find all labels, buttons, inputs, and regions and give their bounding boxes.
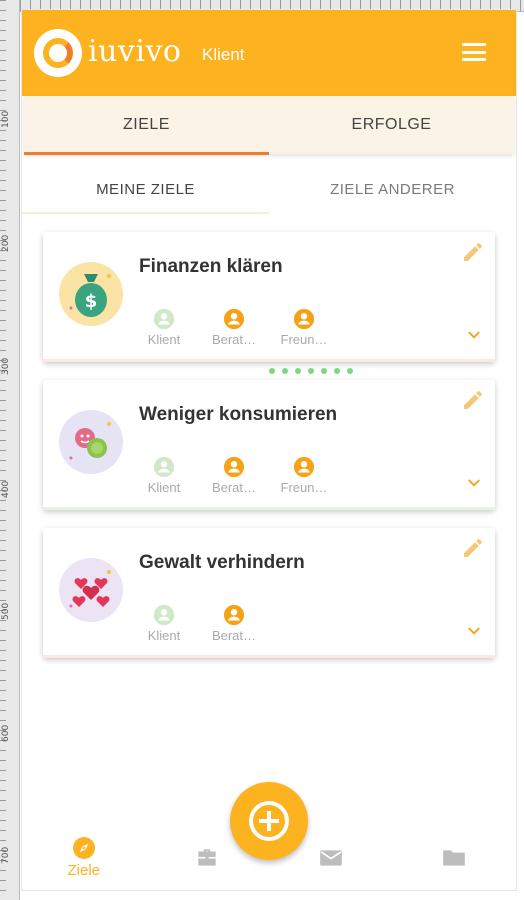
briefcase-icon [198, 848, 216, 866]
participant-berater[interactable]: Berat… [201, 456, 267, 495]
add-circle-icon [249, 801, 289, 841]
mail-icon [319, 849, 342, 866]
tab-label: MEINE ZIELE [96, 180, 195, 198]
tab-label: ZIELE ANDERER [330, 180, 455, 198]
participant-label: Berat… [211, 480, 257, 495]
user-icon [153, 308, 175, 330]
tab-ziele-anderer[interactable]: ZIELE ANDERER [269, 164, 516, 214]
card-divider [43, 655, 495, 658]
participant-label: Klient [147, 628, 181, 643]
hearts-icon [59, 558, 123, 622]
ruler-number: 300 [1, 357, 11, 375]
tab-ziele[interactable]: ZIELE [24, 96, 269, 155]
user-icon [223, 308, 245, 330]
ruler-number: 500 [1, 602, 11, 620]
edit-icon[interactable] [461, 240, 485, 264]
nav-label: Ziele [67, 862, 100, 879]
brand-name: iuvivo [88, 34, 182, 69]
logo-icon [34, 29, 82, 77]
loading-dots [269, 368, 353, 374]
chevron-down-icon[interactable] [465, 326, 483, 344]
main-tabs: ZIELE ERFOLGE [24, 96, 514, 155]
user-icon [293, 456, 315, 478]
ruler-left: 100 200 300 400 500 600 700 [0, 0, 20, 900]
svg-text:$: $ [85, 291, 98, 312]
participant-list: Klient Berat… Freun… [131, 456, 337, 495]
tab-meine-ziele[interactable]: MEINE ZIELE [22, 164, 269, 214]
goal-title: Finanzen klären [139, 256, 283, 277]
coins-icon [59, 410, 123, 474]
participant-label: Berat… [211, 628, 257, 643]
participant-freund[interactable]: Freun… [271, 308, 337, 347]
goal-title: Weniger konsumieren [139, 404, 338, 425]
user-icon [223, 604, 245, 626]
ruler-number: 400 [1, 480, 11, 498]
folder-icon [443, 849, 466, 866]
ruler-number: 700 [1, 846, 11, 864]
compass-icon [72, 837, 95, 859]
participant-klient[interactable]: Klient [131, 456, 197, 495]
chevron-down-icon[interactable] [465, 622, 483, 640]
card-divider [43, 507, 495, 510]
user-icon [153, 604, 175, 626]
tab-erfolge[interactable]: ERFOLGE [269, 96, 514, 154]
participant-label: Freun… [280, 480, 328, 495]
sub-tabs: MEINE ZIELE ZIELE ANDERER [22, 164, 516, 214]
participant-list: Klient Berat… [131, 604, 267, 643]
participant-berater[interactable]: Berat… [201, 604, 267, 643]
goal-card[interactable]: $ Finanzen klären Klient Berat… Freun… [43, 232, 495, 362]
participant-klient[interactable]: Klient [131, 308, 197, 347]
app-header: iuvivo Klient [22, 10, 516, 96]
participant-label: Klient [147, 332, 181, 347]
participant-freund[interactable]: Freun… [271, 456, 337, 495]
ruler-number: 600 [1, 724, 11, 742]
hamburger-menu-icon[interactable] [462, 43, 486, 61]
participant-label: Berat… [211, 332, 257, 347]
goal-card[interactable]: Weniger konsumieren Klient Berat… Freun… [43, 380, 495, 510]
participant-klient[interactable]: Klient [131, 604, 197, 643]
user-icon [153, 456, 175, 478]
participant-berater[interactable]: Berat… [201, 308, 267, 347]
chevron-down-icon[interactable] [465, 474, 483, 492]
participant-label: Klient [147, 480, 181, 495]
tab-label: ERFOLGE [351, 116, 432, 133]
ruler-number: 200 [1, 234, 11, 252]
ruler-number: 100 [1, 110, 11, 128]
card-divider [43, 359, 495, 362]
edit-icon[interactable] [461, 388, 485, 412]
user-role: Klient [202, 45, 245, 64]
app-screen: iuvivo Klient ZIELE ERFOLGE MEINE ZIELE … [22, 10, 516, 890]
goal-title: Gewalt verhindern [139, 552, 305, 573]
participant-label: Freun… [280, 332, 328, 347]
edit-icon[interactable] [461, 536, 485, 560]
nav-folder[interactable] [393, 825, 517, 890]
add-goal-button[interactable] [230, 782, 308, 860]
user-icon [223, 456, 245, 478]
money-bag-icon: $ [59, 262, 123, 326]
user-icon [293, 308, 315, 330]
nav-ziele[interactable]: Ziele [22, 825, 146, 890]
participant-list: Klient Berat… Freun… [131, 308, 337, 347]
goal-card[interactable]: Gewalt verhindern Klient Berat… [43, 528, 495, 658]
tab-label: ZIELE [123, 116, 170, 133]
